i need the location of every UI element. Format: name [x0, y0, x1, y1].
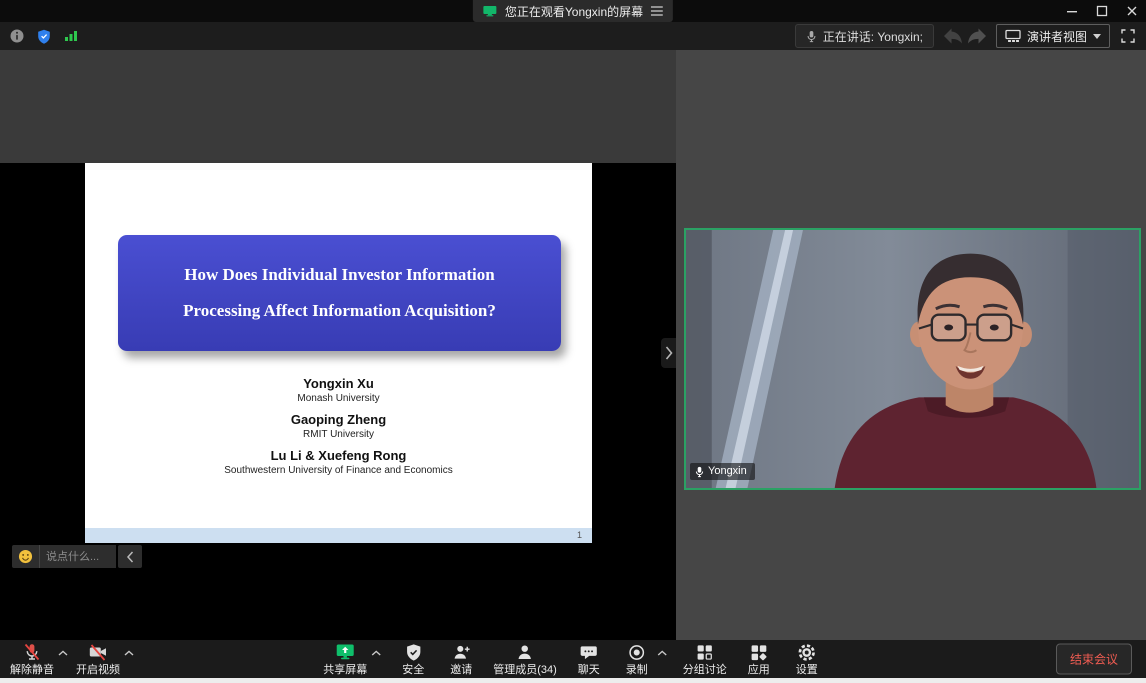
- camera-off-icon: [88, 642, 108, 662]
- author-name: Lu Li & Xuefeng Rong: [85, 448, 592, 463]
- breakout-grid-icon: [695, 643, 714, 662]
- meeting-info-icon[interactable]: [10, 29, 24, 43]
- share-banner-label: 您正在观看Yongxin的屏幕: [505, 3, 643, 20]
- participant-video-feed: [686, 230, 1139, 488]
- invite-button[interactable]: 邀请: [445, 643, 477, 676]
- share-screen-icon: [335, 642, 355, 662]
- video-pane: Yongxin: [676, 50, 1146, 640]
- slide-title-line2: Processing Affect Information Acquisitio…: [183, 294, 496, 328]
- speaking-label: 正在讲话: Yongxin;: [823, 28, 923, 45]
- apps-label: 应用: [748, 664, 770, 676]
- view-mode-button[interactable]: 演讲者视图: [996, 24, 1110, 48]
- view-mode-label: 演讲者视图: [1027, 28, 1087, 45]
- security-shield-icon[interactable]: [37, 29, 51, 44]
- chevron-left-icon: [126, 551, 134, 563]
- person-icon: [516, 643, 535, 662]
- nav-arrows: [942, 26, 988, 46]
- smiley-icon: [18, 549, 33, 564]
- bottom-toolbar: 解除静音 开启视频 共享屏幕: [0, 640, 1146, 678]
- toolbar-center-group: 共享屏幕 安全 邀请 管理成员(34): [323, 640, 823, 678]
- topbar-right: 正在讲话: Yongxin; 演讲者视图: [795, 22, 1138, 50]
- toolbar-left-group: 解除静音 开启视频: [10, 640, 134, 678]
- slide-title-line1: How Does Individual Investor Information: [184, 258, 494, 292]
- taskbar-edge: [0, 678, 1146, 683]
- mic-muted-icon: [22, 642, 42, 662]
- slide-title-box: How Does Individual Investor Information…: [118, 235, 561, 351]
- video-options-caret[interactable]: [124, 650, 134, 656]
- chat-button[interactable]: 聊天: [573, 643, 605, 676]
- chevron-down-icon: [1093, 34, 1101, 39]
- start-video-button[interactable]: 开启视频: [76, 642, 120, 676]
- network-signal-icon[interactable]: [64, 30, 78, 42]
- shared-screen-pane: How Does Individual Investor Information…: [0, 50, 676, 640]
- emoji-button[interactable]: [12, 545, 39, 568]
- topbar: 正在讲话: Yongxin; 演讲者视图: [0, 22, 1146, 50]
- participant-video-tile[interactable]: Yongxin: [684, 228, 1141, 490]
- author-affiliation: Monash University: [85, 393, 592, 405]
- main-area: How Does Individual Investor Information…: [0, 50, 1146, 640]
- chat-input[interactable]: [39, 545, 116, 568]
- participant-name: Yongxin: [708, 465, 747, 478]
- shared-screen-icon: [483, 5, 497, 17]
- titlebar: 您正在观看Yongxin的屏幕: [0, 0, 1146, 22]
- slide-footer: 1: [85, 528, 592, 543]
- screen-share-banner[interactable]: 您正在观看Yongxin的屏幕: [473, 0, 673, 22]
- close-button[interactable]: [1124, 3, 1140, 19]
- forward-arrow-icon[interactable]: [966, 26, 988, 46]
- chevron-right-icon: [665, 346, 673, 360]
- share-options-caret[interactable]: [371, 650, 381, 656]
- author-name: Gaoping Zheng: [85, 412, 592, 427]
- meeting-window: 您正在观看Yongxin的屏幕: [0, 0, 1146, 683]
- mic-options-caret[interactable]: [58, 650, 68, 656]
- author-affiliation: Southwestern University of Finance and E…: [85, 465, 592, 477]
- maximize-button[interactable]: [1094, 3, 1110, 19]
- speaker-view-icon: [1005, 29, 1021, 43]
- record-button[interactable]: 录制: [621, 643, 653, 676]
- shield-icon: [404, 643, 423, 662]
- window-controls: [1064, 0, 1140, 22]
- record-label: 录制: [626, 664, 648, 676]
- mic-icon: [695, 466, 704, 478]
- record-icon: [627, 643, 646, 662]
- settings-button[interactable]: 设置: [791, 643, 823, 676]
- breakout-rooms-label: 分组讨论: [683, 664, 727, 676]
- end-meeting-button[interactable]: 结束会议: [1056, 644, 1132, 675]
- apps-button[interactable]: 应用: [743, 643, 775, 676]
- back-arrow-icon[interactable]: [942, 26, 964, 46]
- share-screen-label: 共享屏幕: [323, 664, 367, 676]
- breakout-rooms-button[interactable]: 分组讨论: [683, 643, 727, 676]
- presentation-slide: How Does Individual Investor Information…: [85, 163, 592, 543]
- slide-authors: Yongxin Xu Monash University Gaoping Zhe…: [85, 369, 592, 477]
- security-label: 安全: [402, 664, 424, 676]
- participant-name-label: Yongxin: [690, 463, 755, 480]
- slide-page-number: 1: [577, 528, 582, 543]
- speaking-mic-icon: [806, 30, 817, 43]
- record-options-caret[interactable]: [657, 650, 667, 656]
- meeting-status-icons: [10, 22, 78, 50]
- start-video-label: 开启视频: [76, 664, 120, 676]
- banner-menu-icon[interactable]: [651, 6, 663, 16]
- unmute-button[interactable]: 解除静音: [10, 642, 54, 676]
- settings-label: 设置: [796, 664, 818, 676]
- author-name: Yongxin Xu: [85, 376, 592, 391]
- author-affiliation: RMIT University: [85, 429, 592, 441]
- gear-icon: [797, 643, 816, 662]
- speaking-indicator: 正在讲话: Yongxin;: [795, 24, 934, 48]
- share-screen-button[interactable]: 共享屏幕: [323, 642, 367, 676]
- minimize-button[interactable]: [1064, 3, 1080, 19]
- chat-collapse-button[interactable]: [118, 545, 142, 568]
- quick-chat-bar: [12, 545, 142, 568]
- shared-screen-letterbox: [0, 50, 676, 163]
- unmute-label: 解除静音: [10, 664, 54, 676]
- invite-label: 邀请: [450, 664, 472, 676]
- manage-members-label: 管理成员(34): [493, 664, 557, 676]
- video-panel-toggle-handle[interactable]: [661, 338, 676, 368]
- chat-label: 聊天: [578, 664, 600, 676]
- apps-grid-icon: [749, 643, 768, 662]
- chat-bubble-icon: [579, 643, 598, 662]
- manage-members-button[interactable]: 管理成员(34): [493, 643, 557, 676]
- security-button[interactable]: 安全: [397, 643, 429, 676]
- fullscreen-icon[interactable]: [1118, 26, 1138, 46]
- invite-person-icon: [452, 643, 471, 662]
